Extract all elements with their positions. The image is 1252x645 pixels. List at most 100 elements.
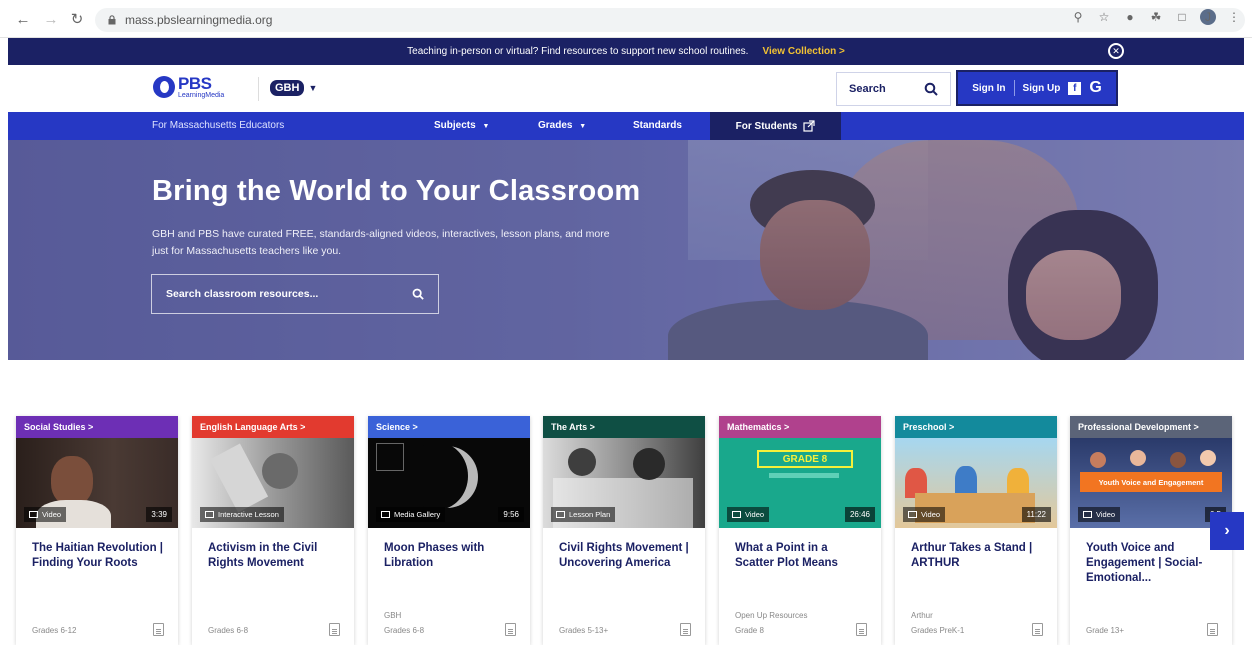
card-thumbnail[interactable]: Lesson Plan xyxy=(543,438,705,528)
card-category[interactable]: Preschool > xyxy=(895,416,1057,438)
card-category[interactable]: The Arts > xyxy=(543,416,705,438)
search-icon[interactable] xyxy=(412,288,424,300)
hero-description: GBH and PBS have curated FREE, standards… xyxy=(152,228,610,257)
resource-carousel: Social Studies > Video 3:39 The Haitian … xyxy=(16,416,1232,645)
thumbnail-art xyxy=(209,443,269,513)
document-icon[interactable] xyxy=(856,623,867,636)
card-producer: GBH xyxy=(384,611,402,620)
duration-label: 9:56 xyxy=(498,507,524,522)
resource-card[interactable]: Professional Development > Youth Voice a… xyxy=(1070,416,1232,645)
card-category[interactable]: Professional Development > xyxy=(1070,416,1232,438)
card-category[interactable]: Social Studies > xyxy=(16,416,178,438)
back-icon[interactable]: ← xyxy=(12,8,34,30)
thumbnail-art xyxy=(376,443,404,471)
auth-buttons: Sign In Sign Up f G xyxy=(956,70,1118,106)
forward-icon[interactable]: → xyxy=(40,8,62,30)
card-grade: Grades 5-13+ xyxy=(559,626,609,635)
resource-card[interactable]: The Arts > Lesson Plan Civil Rights Move… xyxy=(543,416,705,645)
card-title[interactable]: Youth Voice and Engagement | Social-Emot… xyxy=(1070,528,1232,590)
thumbnail-art xyxy=(1130,450,1146,466)
thumbnail-art xyxy=(633,448,665,480)
google-icon[interactable]: G xyxy=(1089,79,1101,97)
chevron-down-icon: ▼ xyxy=(579,123,587,130)
card-producer: Arthur xyxy=(911,611,933,620)
card-thumbnail[interactable]: Video 3:39 xyxy=(16,438,178,528)
media-icon[interactable]: □ xyxy=(1174,9,1190,25)
card-thumbnail[interactable]: Youth Voice and Engagement Video 6:5 xyxy=(1070,438,1232,528)
zoom-icon[interactable]: ⚲ xyxy=(1070,9,1086,25)
card-title[interactable]: Moon Phases with Libration xyxy=(368,528,530,590)
view-collection-link[interactable]: View Collection > xyxy=(762,46,844,57)
media-type-label: Media Gallery xyxy=(394,510,441,519)
resource-card[interactable]: Social Studies > Video 3:39 The Haitian … xyxy=(16,416,178,645)
card-title[interactable]: Activism in the Civil Rights Movement xyxy=(192,528,354,590)
media-type-badge: Video xyxy=(903,507,946,522)
chevron-down-icon: ▼ xyxy=(308,83,318,93)
search-label: Search xyxy=(849,83,886,95)
media-type-badge: Video xyxy=(727,507,770,522)
card-thumbnail[interactable]: Interactive Lesson xyxy=(192,438,354,528)
thumbnail-art xyxy=(1200,450,1216,466)
facebook-icon[interactable]: f xyxy=(1068,81,1082,95)
card-category[interactable]: Mathematics > xyxy=(719,416,881,438)
media-type-label: Video xyxy=(1096,510,1116,519)
thumbnail-art xyxy=(406,442,468,510)
document-icon[interactable] xyxy=(1032,623,1043,636)
pbs-learningmedia-logo[interactable]: PBS LearningMedia xyxy=(153,75,224,99)
card-title[interactable]: What a Point in a Scatter Plot Means xyxy=(719,528,881,590)
document-icon[interactable] xyxy=(153,623,164,636)
puzzle-icon[interactable]: ☘ xyxy=(1148,9,1164,25)
card-thumbnail[interactable]: Video 11:22 xyxy=(895,438,1057,528)
resource-card[interactable]: English Language Arts > Interactive Less… xyxy=(192,416,354,645)
carousel-next-button[interactable]: › xyxy=(1210,512,1244,550)
hero-title: Bring the World to Your Classroom xyxy=(152,175,641,207)
nav-grades-label: Grades xyxy=(538,120,573,131)
card-category[interactable]: English Language Arts > xyxy=(192,416,354,438)
nav-for-students[interactable]: For Students xyxy=(710,112,841,140)
nav-students-label: For Students xyxy=(735,120,798,132)
resource-card[interactable]: Science > Media Gallery 9:56 Moon Phases… xyxy=(368,416,530,645)
close-icon[interactable]: ✕ xyxy=(1108,43,1124,59)
lock-icon xyxy=(108,15,116,25)
card-title[interactable]: The Haitian Revolution | Finding Your Ro… xyxy=(16,528,178,590)
resource-card[interactable]: Mathematics > GRADE 8 Video 26:46 What a… xyxy=(719,416,881,645)
card-grade: Grades 6-12 xyxy=(32,626,77,635)
document-icon[interactable] xyxy=(329,623,340,636)
document-icon[interactable] xyxy=(680,623,691,636)
announcement-bar: Teaching in-person or virtual? Find reso… xyxy=(8,38,1244,65)
duration-label: 26:46 xyxy=(844,507,875,522)
resource-card[interactable]: Preschool > Video 11:22 Arthur Takes a S… xyxy=(895,416,1057,645)
sign-in-button[interactable]: Sign In xyxy=(972,83,1005,94)
card-grade: Grade 8 xyxy=(735,626,764,635)
video-icon xyxy=(908,511,917,518)
card-title[interactable]: Civil Rights Movement | Uncovering Ameri… xyxy=(543,528,705,590)
interactive-icon xyxy=(205,511,214,518)
logo-sub-text: LearningMedia xyxy=(178,92,225,99)
card-category[interactable]: Science > xyxy=(368,416,530,438)
document-icon[interactable] xyxy=(505,623,516,636)
document-icon[interactable] xyxy=(1207,623,1218,636)
thumbnail-art xyxy=(769,473,839,478)
thumbnail-art xyxy=(51,456,93,506)
thumbnail-text: Youth Voice and Engagement xyxy=(1080,472,1222,492)
media-type-label: Video xyxy=(745,510,765,519)
star-icon[interactable]: ☆ xyxy=(1096,9,1112,25)
nav-subjects[interactable]: Subjects ▼ xyxy=(434,120,489,131)
sign-up-button[interactable]: Sign Up xyxy=(1023,83,1061,94)
main-nav: For Massachusetts Educators Subjects ▼ G… xyxy=(8,112,1244,140)
nav-grades[interactable]: Grades ▼ xyxy=(538,120,586,131)
card-thumbnail[interactable]: Media Gallery 9:56 xyxy=(368,438,530,528)
nav-standards[interactable]: Standards xyxy=(633,120,682,131)
card-thumbnail[interactable]: GRADE 8 Video 26:46 xyxy=(719,438,881,528)
media-type-badge: Media Gallery xyxy=(376,507,446,522)
reload-icon[interactable]: ↻ xyxy=(66,8,88,30)
menu-icon[interactable]: ⋮ xyxy=(1226,9,1242,25)
card-title[interactable]: Arthur Takes a Stand | ARTHUR xyxy=(895,528,1057,590)
header-search-button[interactable]: Search xyxy=(836,72,951,106)
hero-search-input[interactable]: Search classroom resources... xyxy=(151,274,439,314)
pbs-head-icon xyxy=(153,76,175,98)
extension-icon[interactable]: ● xyxy=(1122,9,1138,25)
station-selector[interactable]: GBH ▼ xyxy=(270,80,317,96)
profile-avatar[interactable]: J xyxy=(1200,9,1216,25)
media-type-label: Video xyxy=(921,510,941,519)
